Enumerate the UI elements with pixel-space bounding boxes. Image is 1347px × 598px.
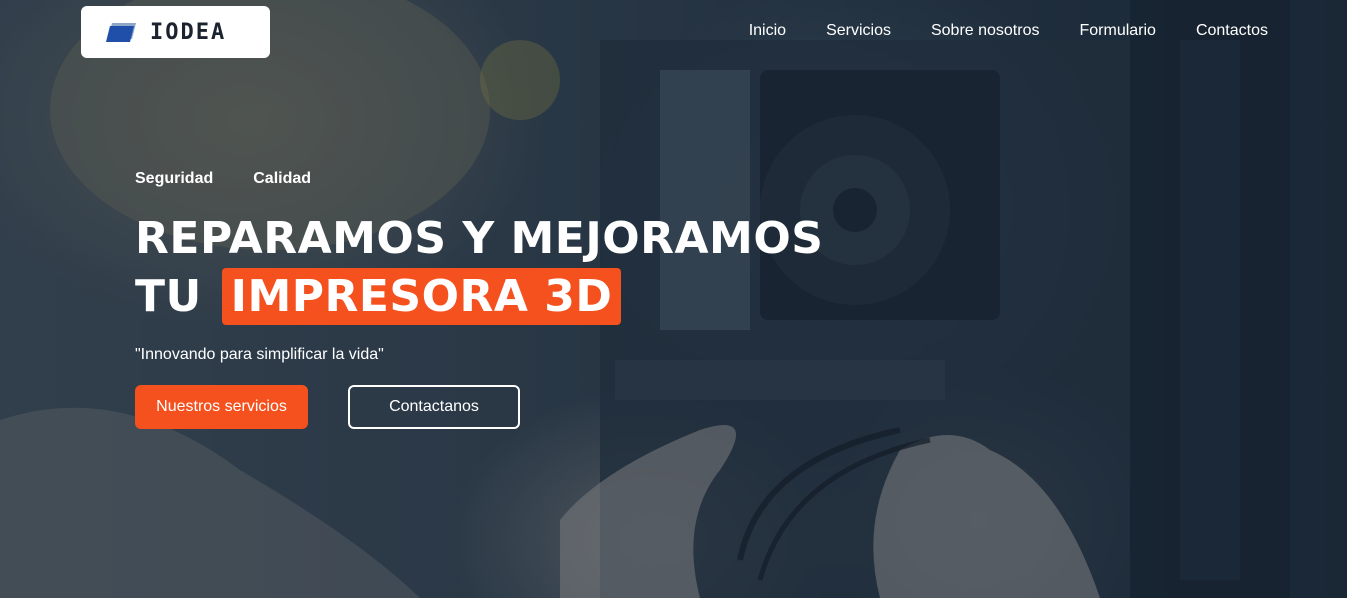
nav-link-formulario[interactable]: Formulario (1079, 22, 1155, 40)
nav-link-sobre-nosotros[interactable]: Sobre nosotros (931, 22, 1040, 40)
stacked-squares-logo-icon (106, 19, 138, 45)
our-services-button[interactable]: Nuestros servicios (135, 385, 308, 429)
brand-name: IODEA (150, 19, 227, 45)
contact-us-button[interactable]: Contactanos (348, 385, 520, 429)
tag-seguridad: Seguridad (135, 170, 214, 187)
hero-tags: Seguridad Calidad (135, 170, 311, 188)
brand-logo[interactable]: IODEA (81, 6, 270, 58)
hero-section: IODEA Inicio Servicios Sobre nosotros Fo… (0, 0, 1347, 598)
headline-line-1: REPARAMOS Y MEJORAMOS (135, 213, 824, 264)
nav-link-inicio[interactable]: Inicio (749, 22, 786, 40)
tag-calidad: Calidad (253, 170, 312, 187)
headline-prefix: TU (135, 271, 202, 322)
headline-highlight: IMPRESORA 3D (221, 268, 622, 325)
nav-link-contactos[interactable]: Contactos (1196, 22, 1268, 40)
nav-link-servicios[interactable]: Servicios (826, 22, 891, 40)
navbar: IODEA Inicio Servicios Sobre nosotros Fo… (0, 0, 1347, 64)
hero-headline: REPARAMOS Y MEJORAMOS TU IMPRESORA 3D (135, 210, 823, 326)
hero-tagline: "Innovando para simplificar la vida" (135, 346, 384, 363)
headline-line-2: TU IMPRESORA 3D (135, 268, 823, 326)
main-nav: Inicio Servicios Sobre nosotros Formular… (749, 22, 1268, 40)
